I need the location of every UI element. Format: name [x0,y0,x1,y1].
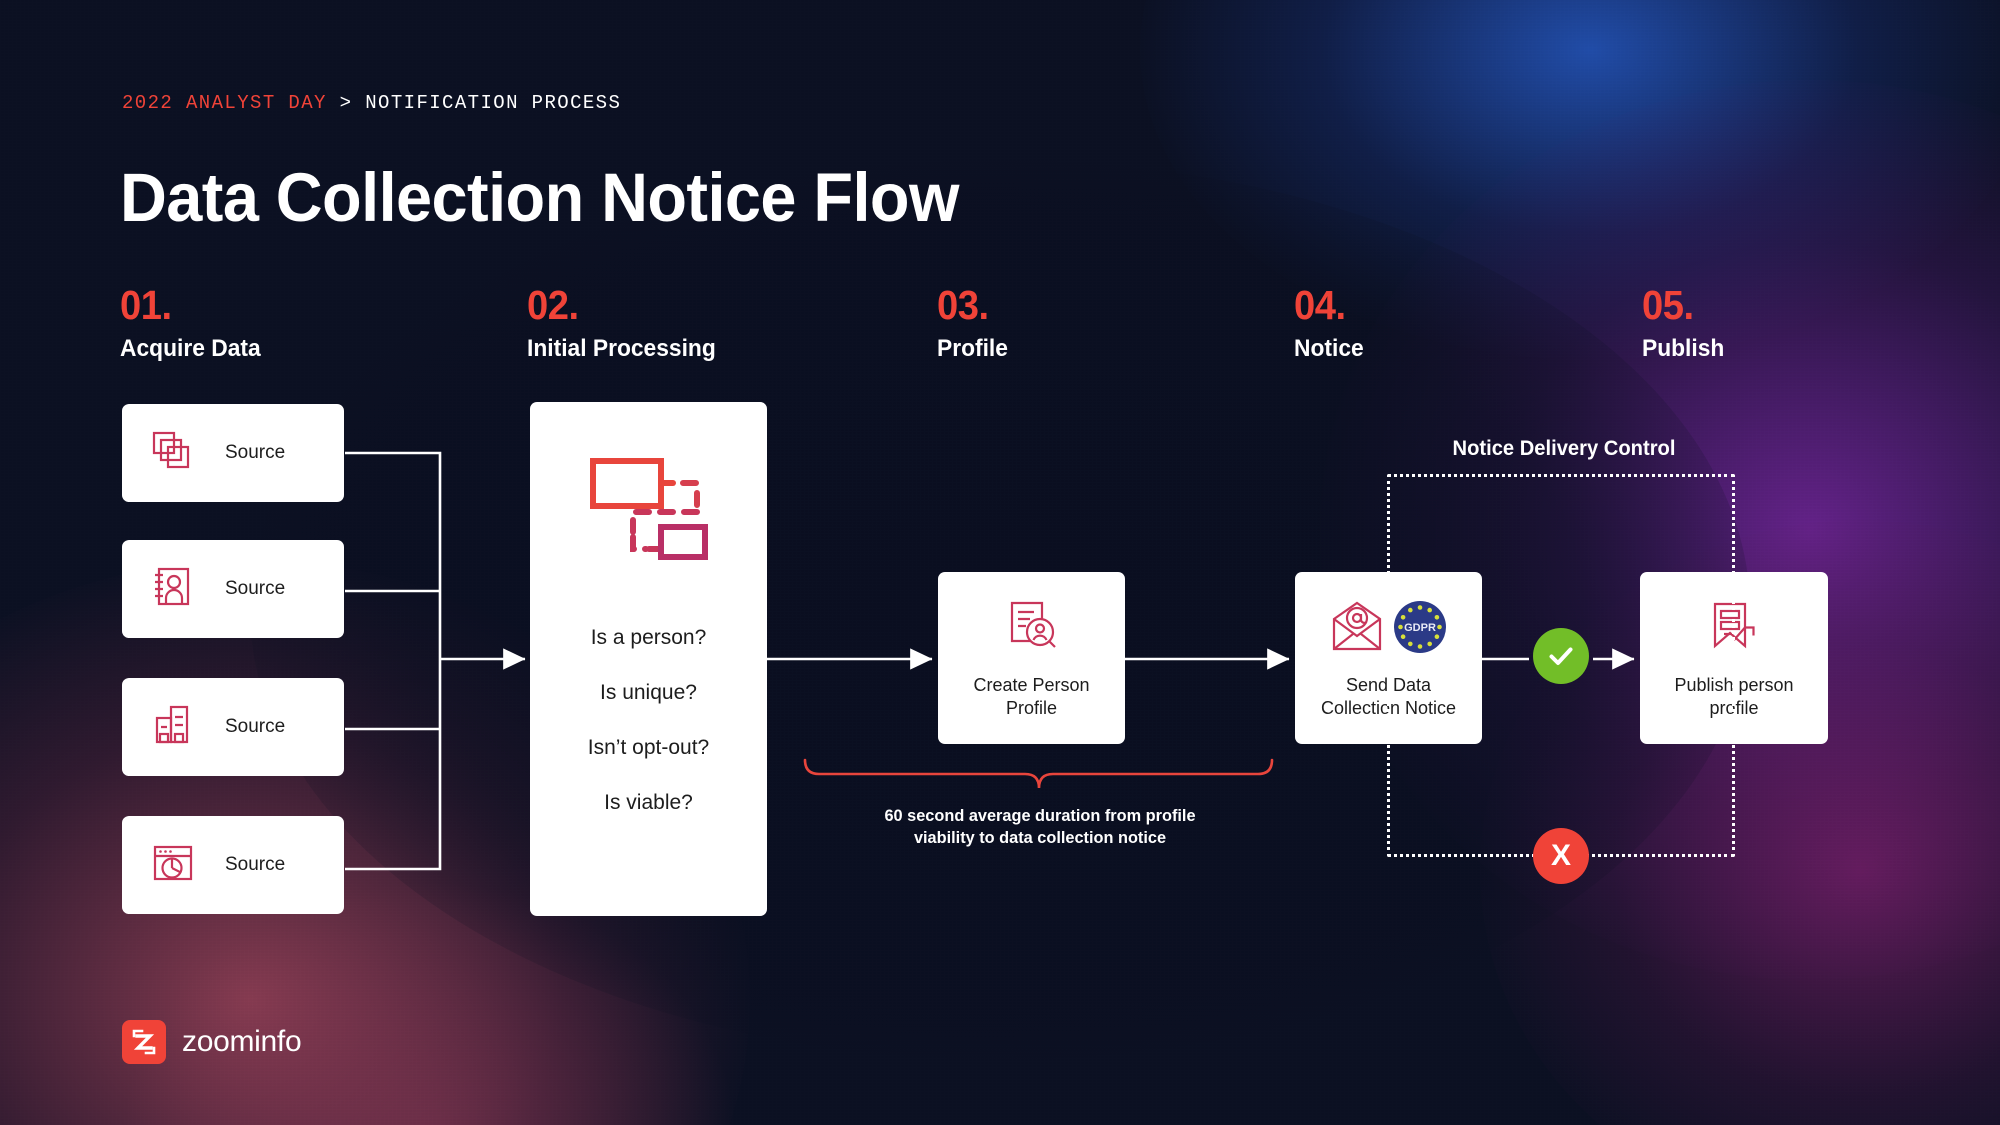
source-label: Source [225,442,286,463]
step-label: Publish [1642,335,1725,362]
office-building-icon [149,701,197,754]
step-header-02: 02. Initial Processing [527,285,726,361]
duration-annotation-line1: 60 second average duration from profile [884,806,1196,825]
processing-questions: Is a person? Is unique? Isn’t opt-out? I… [588,626,709,815]
processing-question: Is viable? [604,791,693,814]
source-card-3[interactable]: Source [122,678,344,776]
breadcrumb-current: NOTIFICATION PROCESS [365,92,622,114]
step-label: Profile [937,335,1008,362]
page-title: Data Collection Notice Flow [120,159,959,236]
check-mark-icon [1549,647,1573,665]
step-number: 01. [120,282,172,328]
source-label: Source [225,716,286,737]
duration-annotation-line2: viability to data collection notice [913,828,1167,848]
step-label: Notice [1294,335,1364,362]
step-number: 05. [1642,282,1694,328]
source-card-1[interactable]: Source [122,404,344,502]
breadcrumb-highlight: 2022 ANALYST DAY [122,92,327,114]
zoominfo-z-icon [122,1020,166,1064]
processing-question: Isn’t opt-out? [587,736,710,759]
step-number: 02. [527,282,579,328]
notice-delivery-control-title: Notice Delivery Control [1452,437,1676,460]
breadcrumb-separator: > [326,92,366,114]
step-label: Acquire Data [120,335,261,362]
breadcrumb: 2022 ANALYST DAY > NOTIFICATION PROCESS [122,92,621,114]
source-label: Source [225,854,286,875]
x-circle-label: X [1550,839,1571,872]
node-label: Create Person Profile [973,674,1090,718]
zoominfo-logo[interactable]: zoominfo [122,1020,302,1064]
duration-annotation: 60 second average duration from profile … [800,805,1280,850]
email-at-icon [1332,601,1382,651]
data-flow-diagram-icon [587,455,711,568]
step-header-03: 03. Profile [937,285,1012,361]
step-header-05: 05. Publish [1642,285,1729,361]
step-header-01: 01. Acquire Data [120,285,268,361]
source-label: Source [225,578,286,599]
step-number: 04. [1294,282,1346,328]
check-circle-icon[interactable] [1533,628,1589,684]
step-label: Initial Processing [527,335,716,362]
browser-pie-chart-icon [149,839,197,892]
processing-question: Is unique? [600,681,697,704]
create-person-profile-card[interactable]: Create Person Profile [938,572,1125,744]
step-number: 03. [937,282,989,328]
source-card-2[interactable]: Source [122,540,344,638]
stacked-layers-icon [149,427,197,480]
source-card-4[interactable]: Source [122,816,344,914]
document-person-search-icon [1004,596,1060,658]
processing-question: Is a person? [590,626,707,649]
zoominfo-wordmark: zoominfo [182,1025,302,1058]
step-header-04: 04. Notice [1294,285,1367,361]
initial-processing-card[interactable]: Is a person? Is unique? Isn’t opt-out? I… [530,402,767,916]
x-circle-icon[interactable]: X [1533,828,1589,884]
address-book-person-icon [149,563,197,616]
